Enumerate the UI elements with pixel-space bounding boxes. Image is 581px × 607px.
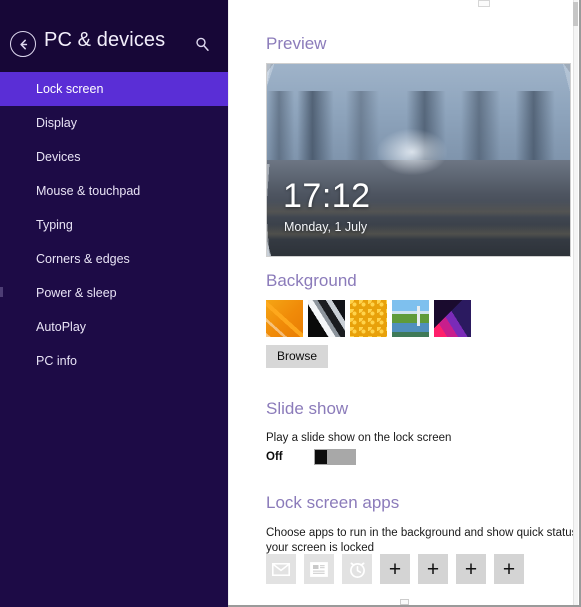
sidebar-item-corners-edges[interactable]: Corners & edges [0,242,228,276]
preview-date: Monday, 1 July [284,220,368,234]
toggle-thumb [315,450,327,464]
page-title: PC & devices [44,29,166,51]
slide-show-state-label: Off [266,451,283,463]
cropped-ui-fragment [478,0,490,7]
preview-clock: 17:12 [283,177,371,215]
envelope-icon [272,562,290,576]
calendar-app-tile[interactable] [304,554,334,584]
search-icon[interactable] [190,32,214,56]
background-thumbnail-orange-geometric[interactable] [266,300,303,337]
slide-show-description: Play a slide show on the lock screen [266,432,452,444]
sidebar-item-power-sleep[interactable]: Power & sleep [0,276,228,310]
nav-scroll-indicator[interactable] [0,287,3,297]
alarm-clock-icon [348,560,367,579]
sidebar-item-autoplay[interactable]: AutoPlay [0,310,228,344]
sidebar-item-mouse-touchpad[interactable]: Mouse & touchpad [0,174,228,208]
sidebar-item-display[interactable]: Display [0,106,228,140]
settings-nav-list: Lock screen Display Devices Mouse & touc… [0,72,228,378]
vertical-scrollbar-thumb[interactable] [573,2,578,26]
lock-screen-preview[interactable]: 17:12 Monday, 1 July [266,63,571,257]
lock-screen-apps-description: Choose apps to run in the background and… [266,526,581,556]
settings-nav-panel: PC & devices Lock screen Display Devices… [0,0,228,607]
nav-header: PC & devices [0,0,228,72]
vertical-scrollbar-track[interactable] [573,0,578,607]
background-thumbnail-black-white-diagonal[interactable] [308,300,345,337]
background-thumbnail-row [266,300,471,337]
sidebar-item-lock-screen[interactable]: Lock screen [0,72,228,106]
sidebar-item-label: Mouse & touchpad [36,184,141,198]
sidebar-item-label: Typing [36,218,73,232]
add-app-tile-1[interactable]: + [380,554,410,584]
sidebar-item-label: Lock screen [36,82,104,96]
pane-divider [228,0,229,607]
preview-vanishing-point [377,129,448,176]
sidebar-item-label: PC info [36,354,77,368]
sidebar-item-label: Devices [36,150,81,164]
lock-screen-apps-heading: Lock screen apps [266,493,400,512]
description-line-1: Choose apps to run in the background and… [266,527,581,539]
add-app-tile-4[interactable]: + [494,554,524,584]
background-thumbnail-blue-landscape[interactable] [392,300,429,337]
sidebar-item-label: Corners & edges [36,252,130,266]
background-thumbnail-magenta-green-abstract[interactable] [434,300,471,337]
sidebar-item-pc-info[interactable]: PC info [0,344,228,378]
sidebar-item-label: AutoPlay [36,320,87,334]
mail-app-tile[interactable] [266,554,296,584]
sidebar-item-devices[interactable]: Devices [0,140,228,174]
background-thumbnail-yellow-honeycomb[interactable] [350,300,387,337]
pc-settings-window: PC & devices Lock screen Display Devices… [0,0,581,607]
slide-show-heading: Slide show [266,399,349,418]
slide-show-toggle-row: Off [266,449,356,465]
add-app-tile-2[interactable]: + [418,554,448,584]
back-arrow-icon[interactable] [10,31,36,57]
cropped-bottom-fragment [400,599,409,605]
calendar-icon [310,561,328,577]
browse-button[interactable]: Browse [266,345,329,368]
background-heading: Background [266,271,357,290]
preview-heading: Preview [266,34,327,53]
sidebar-item-typing[interactable]: Typing [0,208,228,242]
add-app-tile-3[interactable]: + [456,554,486,584]
settings-content-pane: Preview 17:12 Monday, 1 July Background … [228,0,581,607]
alarm-app-tile[interactable] [342,554,372,584]
sidebar-item-label: Power & sleep [36,286,117,300]
lock-screen-apps-row: + + + + [266,554,524,584]
sidebar-item-label: Display [36,116,77,130]
slide-show-toggle[interactable] [314,449,356,465]
